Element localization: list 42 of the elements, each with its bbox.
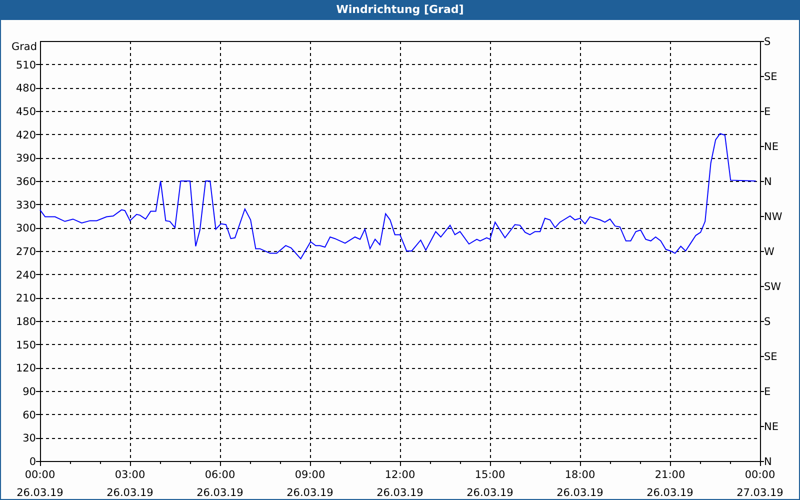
axis-label: 00:00 26.03.19	[16, 469, 64, 499]
compass-label: N	[764, 456, 772, 468]
axis-label: 450	[16, 106, 36, 118]
axis-label: 390	[16, 152, 36, 165]
axis-label: 30	[22, 432, 36, 445]
axis-label: 420	[16, 129, 36, 142]
axis-label: 06:00 26.03.19	[196, 469, 244, 499]
axis-label: 120	[16, 362, 36, 375]
axis-label: 300	[16, 222, 36, 235]
axis-label: 00:00 27.03.19	[736, 469, 784, 499]
compass-label: S	[764, 36, 771, 48]
compass-label: E	[764, 386, 771, 398]
compass-label: E	[764, 106, 771, 118]
axis-label: 210	[16, 292, 36, 305]
axis-label: 60	[22, 409, 36, 422]
axis-label: 240	[16, 269, 36, 282]
compass-label: N	[764, 176, 772, 188]
axis-label: 0	[29, 456, 36, 468]
axis-label: 330	[16, 199, 36, 212]
compass-label: SW	[764, 281, 782, 293]
axis-label: 09:00 26.03.19	[286, 469, 334, 499]
axis-label: 480	[16, 82, 36, 95]
compass-label: S	[764, 316, 771, 328]
compass-label: W	[764, 246, 774, 258]
axis-label: 18:00 26.03.19	[556, 469, 604, 499]
compass-label: NW	[764, 211, 782, 223]
compass-label: SE	[764, 71, 778, 83]
axis-label: 180	[16, 316, 36, 328]
axis-label: 360	[16, 176, 36, 188]
axis-label: 15:00 26.03.19	[466, 469, 514, 499]
axis-label: 03:00 26.03.19	[106, 469, 154, 499]
axis-label: 150	[16, 339, 36, 352]
axis-label: 510	[16, 59, 36, 72]
compass-label: SE	[764, 351, 778, 363]
axis-label: 12:00 26.03.19	[376, 469, 424, 499]
axis-label: 21:00 26.03.19	[646, 469, 694, 499]
axis-label: 90	[22, 386, 36, 398]
axis-title: Grad	[11, 41, 37, 53]
compass-label: NE	[764, 141, 778, 153]
compass-label: NE	[764, 421, 778, 433]
axis-label: 270	[16, 246, 36, 258]
window-title: Windrichtung [Grad]	[336, 2, 464, 18]
